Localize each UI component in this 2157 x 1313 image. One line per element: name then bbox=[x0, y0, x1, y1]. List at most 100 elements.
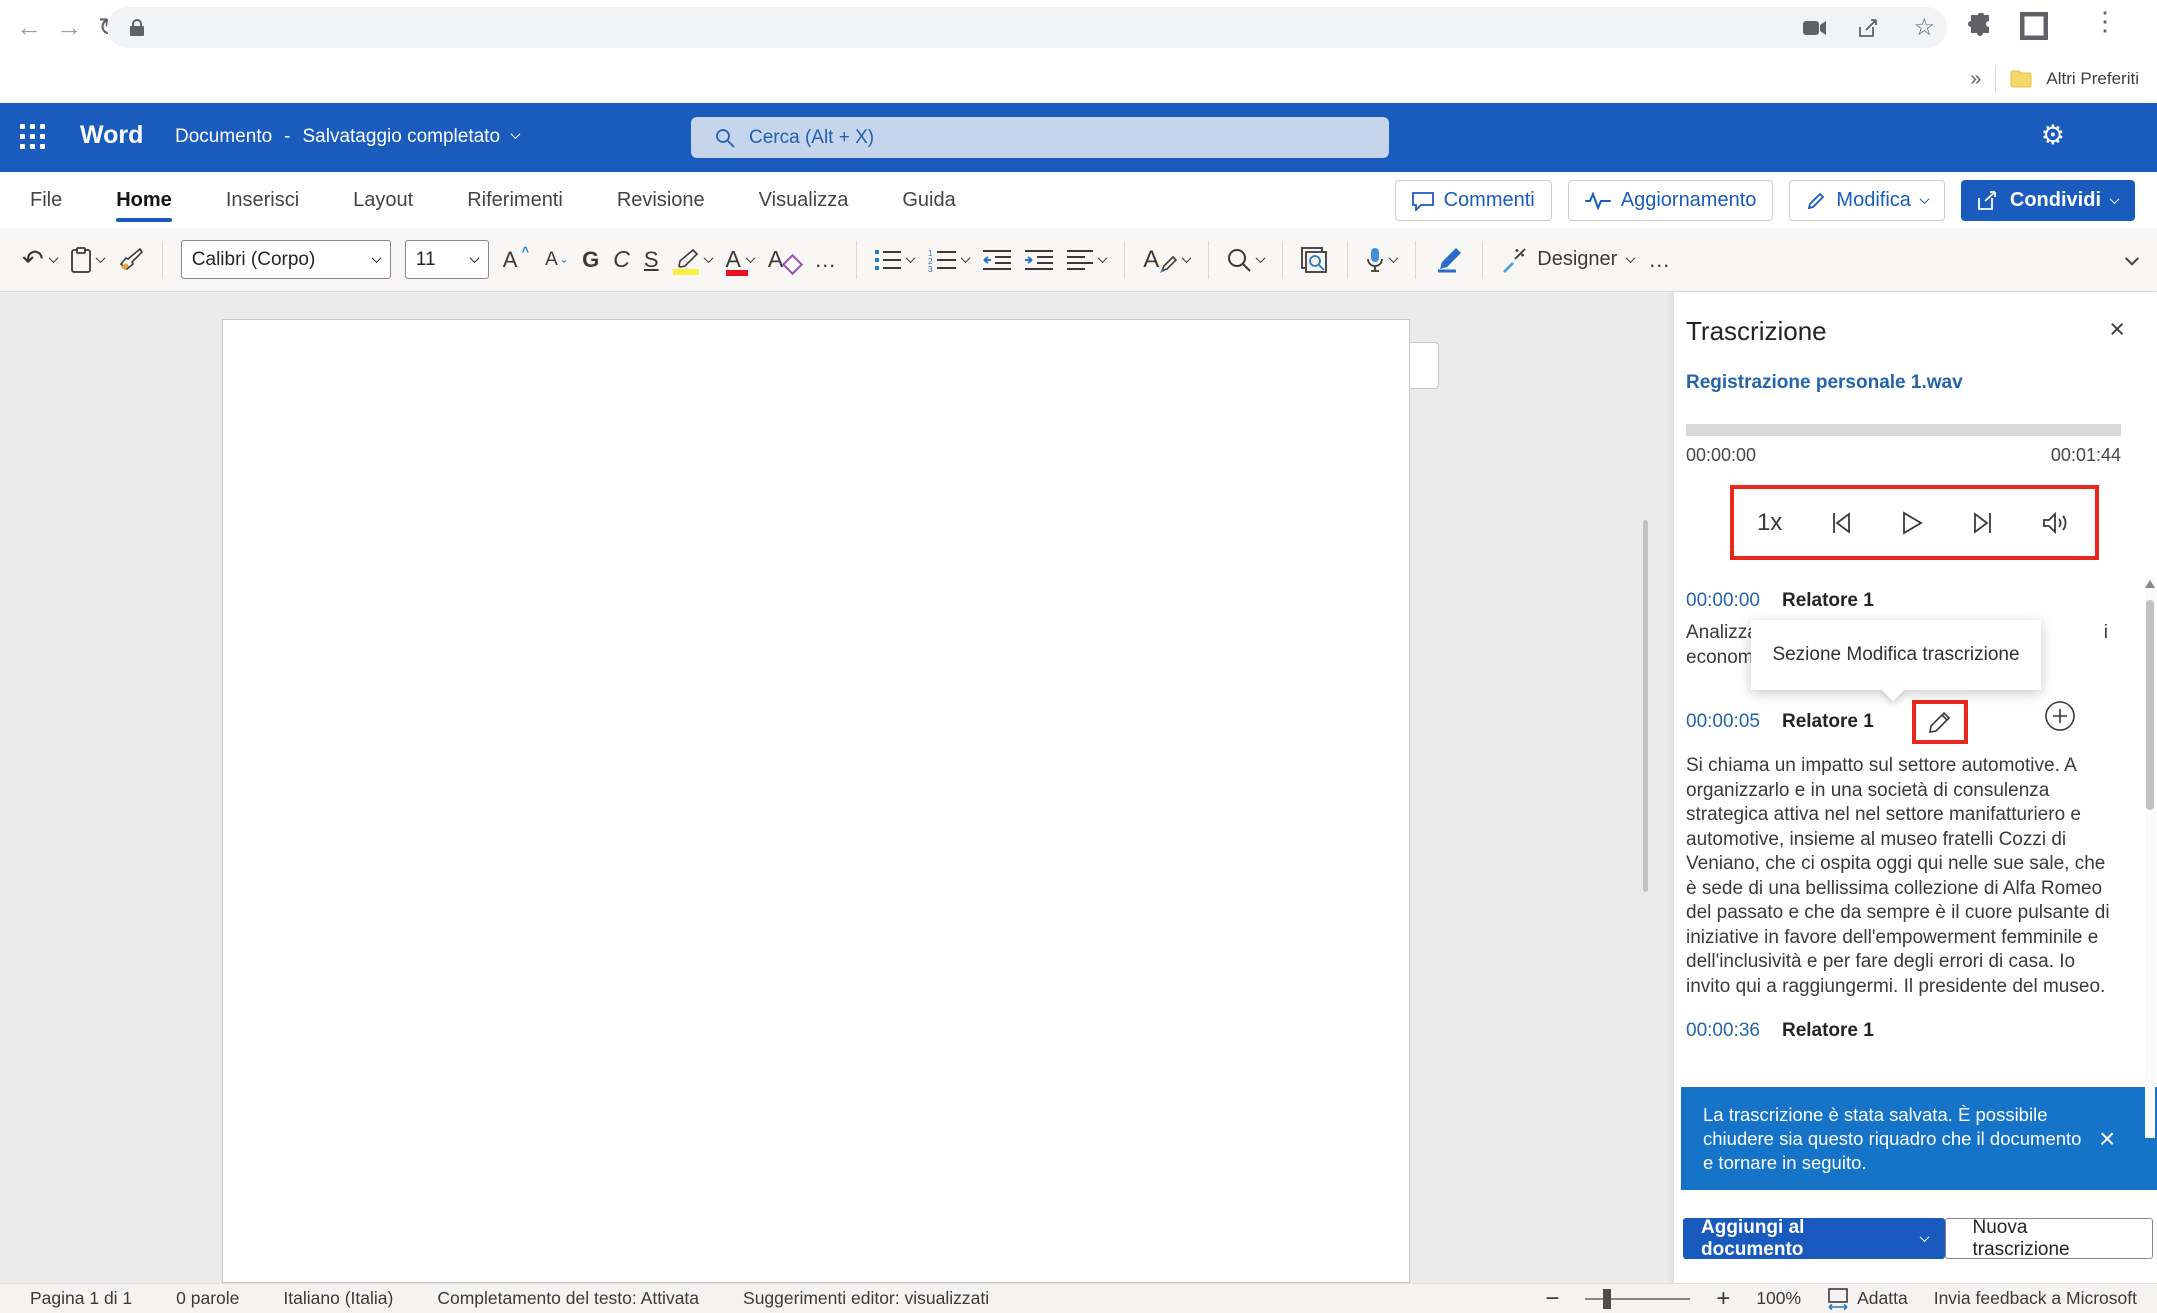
alignment-button[interactable] bbox=[1067, 249, 1106, 271]
entry-timestamp[interactable]: 00:00:36 bbox=[1686, 1020, 1760, 1042]
next-button[interactable] bbox=[1970, 510, 1996, 536]
chevron-down-icon[interactable] bbox=[1256, 253, 1266, 263]
document-page[interactable] bbox=[222, 319, 1410, 1283]
browser-profile-icon[interactable] bbox=[2020, 12, 2048, 40]
styles-button[interactable]: A bbox=[1143, 246, 1190, 274]
zoom-out-icon[interactable]: − bbox=[1545, 1285, 1559, 1313]
more-formatting-button[interactable]: … bbox=[814, 247, 838, 273]
entry-timestamp[interactable]: 00:00:00 bbox=[1686, 590, 1760, 612]
clear-formatting-button[interactable]: A bbox=[768, 246, 800, 273]
document-name[interactable]: Documento bbox=[175, 126, 272, 148]
undo-button[interactable]: ↶ bbox=[22, 244, 57, 275]
browser-forward-icon[interactable]: → bbox=[56, 0, 82, 55]
edit-transcript-pencil-annotated[interactable] bbox=[1912, 700, 1968, 744]
underline-button[interactable]: S bbox=[644, 247, 659, 273]
editor-button[interactable] bbox=[1434, 247, 1464, 273]
browser-menu-icon[interactable]: ⋮ bbox=[2092, 6, 2118, 37]
chevron-down-icon[interactable] bbox=[1626, 253, 1636, 263]
chevron-down-icon[interactable] bbox=[1182, 253, 1192, 263]
tab-file[interactable]: File bbox=[30, 172, 62, 228]
catch-up-button[interactable]: Aggiornamento bbox=[1568, 180, 1774, 221]
scrollbar-thumb[interactable] bbox=[2146, 600, 2154, 810]
font-color-button[interactable]: A bbox=[726, 246, 754, 273]
tab-riferimenti[interactable]: Riferimenti bbox=[467, 172, 563, 228]
audio-progress-bar[interactable] bbox=[1686, 424, 2121, 436]
zoom-level[interactable]: 100% bbox=[1756, 1288, 1801, 1309]
editor-suggestions-status[interactable]: Suggerimenti editor: visualizzati bbox=[743, 1288, 989, 1309]
chevron-down-icon[interactable] bbox=[48, 253, 58, 263]
italic-button[interactable]: C bbox=[613, 246, 630, 273]
app-launcher-icon[interactable] bbox=[20, 124, 45, 149]
collapse-ribbon-chevron-icon[interactable] bbox=[2125, 251, 2139, 265]
transcript-entry[interactable]: 00:00:05 Relatore 1 Si chiama un impatto… bbox=[1686, 700, 2116, 999]
word-count[interactable]: 0 parole bbox=[176, 1288, 239, 1309]
tab-guida[interactable]: Guida bbox=[902, 172, 955, 228]
chevron-down-icon[interactable] bbox=[1389, 253, 1399, 263]
font-size-select[interactable]: 11 bbox=[405, 240, 489, 279]
bookmarks-folder-label[interactable]: Altri Preferiti bbox=[2046, 69, 2139, 89]
feedback-link[interactable]: Invia feedback a Microsoft bbox=[1934, 1288, 2137, 1309]
save-status[interactable]: Salvataggio completato bbox=[303, 126, 501, 148]
extensions-icon[interactable] bbox=[1968, 13, 1994, 39]
bookmark-star-icon[interactable]: ☆ bbox=[1913, 13, 1935, 42]
paste-button[interactable] bbox=[71, 247, 104, 273]
grow-font-button[interactable]: A^ bbox=[503, 247, 531, 273]
notification-close-icon[interactable]: × bbox=[2099, 1125, 2115, 1153]
tab-revisione[interactable]: Revisione bbox=[617, 172, 705, 228]
more-commands-button[interactable]: … bbox=[1648, 247, 1672, 273]
language-indicator[interactable]: Italiano (Italia) bbox=[283, 1288, 393, 1309]
add-section-plus-icon[interactable] bbox=[2044, 700, 2076, 732]
highlight-button[interactable] bbox=[673, 248, 712, 272]
chevron-down-icon[interactable] bbox=[745, 253, 755, 263]
settings-gear-icon[interactable]: ⚙ bbox=[2041, 120, 2065, 151]
chevron-down-icon[interactable] bbox=[511, 129, 521, 139]
numbered-list-button[interactable]: 123 bbox=[928, 248, 969, 272]
shrink-font-button[interactable]: Aˇ bbox=[545, 249, 568, 271]
comments-button[interactable]: Commenti bbox=[1395, 180, 1552, 221]
font-name-select[interactable]: Calibri (Corpo) bbox=[181, 240, 391, 279]
decrease-indent-button[interactable] bbox=[983, 249, 1011, 271]
format-painter-button[interactable] bbox=[118, 247, 144, 273]
chevron-down-icon[interactable] bbox=[703, 253, 713, 263]
panel-close-icon[interactable]: × bbox=[2109, 316, 2125, 343]
bookmarks-overflow-icon[interactable]: » bbox=[1970, 68, 1981, 91]
dictate-button[interactable] bbox=[1366, 247, 1397, 273]
increase-indent-button[interactable] bbox=[1025, 249, 1053, 271]
chevron-down-icon[interactable] bbox=[906, 253, 916, 263]
tab-visualizza[interactable]: Visualizza bbox=[759, 172, 849, 228]
bullet-list-button[interactable] bbox=[875, 249, 914, 271]
share-button[interactable]: Condividi bbox=[1961, 180, 2135, 221]
tab-layout[interactable]: Layout bbox=[353, 172, 413, 228]
chevron-down-icon[interactable] bbox=[961, 253, 971, 263]
volume-icon[interactable] bbox=[2042, 510, 2072, 536]
scroll-up-icon[interactable] bbox=[2145, 580, 2155, 588]
zoom-slider[interactable] bbox=[1585, 1298, 1690, 1300]
browser-back-icon[interactable]: ← bbox=[16, 0, 42, 55]
transcript-entry[interactable]: 00:00:36 Relatore 1 bbox=[1686, 1020, 1874, 1042]
new-transcription-button[interactable]: Nuova trascrizione bbox=[1945, 1218, 2153, 1259]
recording-file-link[interactable]: Registrazione personale 1.wav bbox=[1686, 372, 1963, 394]
entry-timestamp[interactable]: 00:00:05 bbox=[1686, 711, 1760, 733]
play-button[interactable] bbox=[1900, 510, 1924, 536]
panel-scrollbar[interactable] bbox=[2145, 578, 2155, 1138]
editing-mode-button[interactable]: Modifica bbox=[1789, 180, 1944, 221]
camera-icon[interactable] bbox=[1803, 20, 1827, 36]
playback-speed-button[interactable]: 1x bbox=[1757, 509, 1782, 537]
document-title-group[interactable]: Documento - Salvataggio completato bbox=[175, 126, 519, 148]
chevron-down-icon[interactable] bbox=[95, 253, 105, 263]
tab-inserisci[interactable]: Inserisci bbox=[226, 172, 299, 228]
zoom-slider-thumb[interactable] bbox=[1603, 1289, 1611, 1309]
bold-button[interactable]: G bbox=[582, 247, 599, 273]
comment-flag[interactable] bbox=[1410, 342, 1439, 389]
zoom-in-icon[interactable]: + bbox=[1716, 1285, 1730, 1313]
document-scrollbar[interactable] bbox=[1643, 520, 1648, 892]
fit-width-button[interactable]: Adatta bbox=[1827, 1288, 1908, 1310]
share-icon[interactable] bbox=[1859, 18, 1881, 38]
add-to-document-button[interactable]: Aggiungi al documento bbox=[1683, 1218, 1945, 1259]
immersive-reader-button[interactable] bbox=[1301, 247, 1329, 273]
page-indicator[interactable]: Pagina 1 di 1 bbox=[30, 1288, 132, 1309]
search-input[interactable]: Cerca (Alt + X) bbox=[691, 117, 1389, 158]
text-completion-status[interactable]: Completamento del testo: Attivata bbox=[437, 1288, 699, 1309]
find-button[interactable] bbox=[1227, 248, 1264, 272]
previous-button[interactable] bbox=[1828, 510, 1854, 536]
